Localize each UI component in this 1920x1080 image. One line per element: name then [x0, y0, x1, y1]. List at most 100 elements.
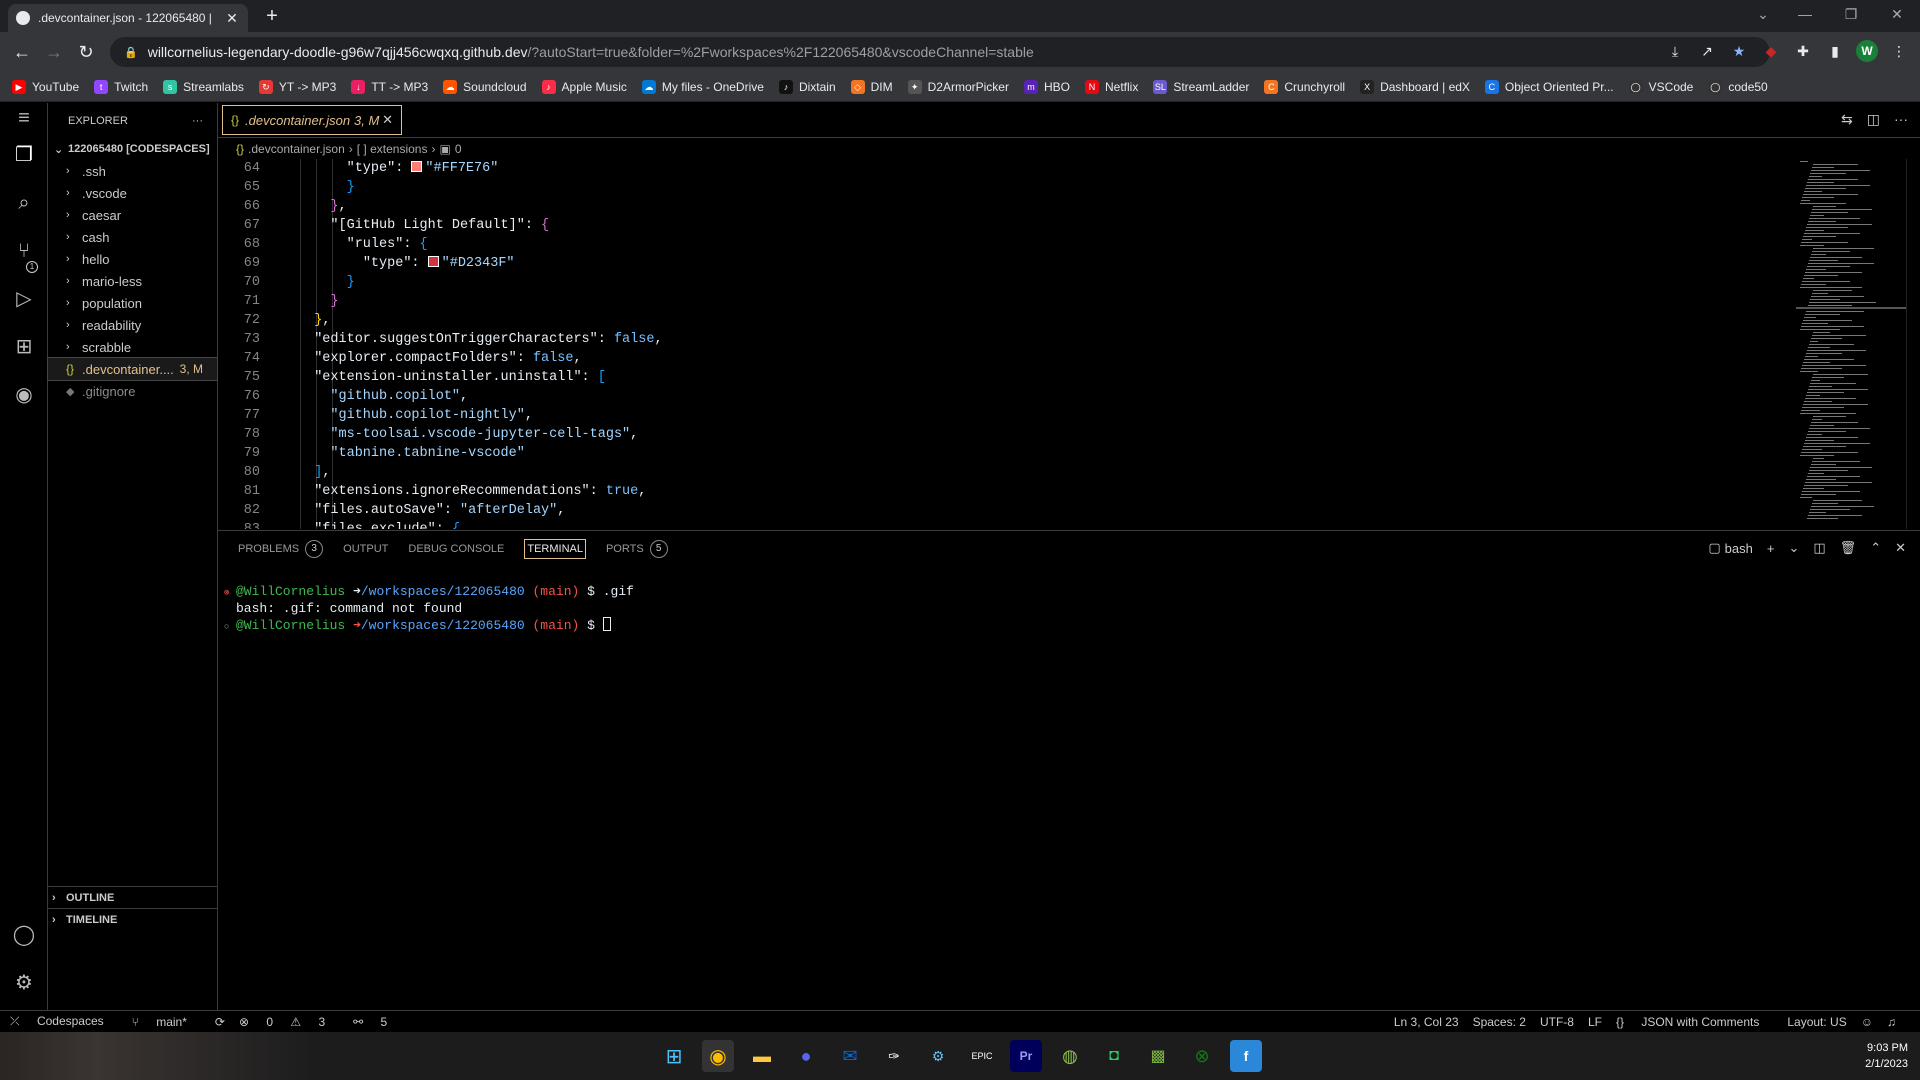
- remote-indicator[interactable]: ⤫ Codespaces: [10, 1014, 118, 1029]
- bookmark-item[interactable]: ◇ DIM: [850, 79, 893, 94]
- address-bar[interactable]: 🔒 willcornelius-legendary-doodle-g96w7qj…: [110, 37, 1770, 67]
- mail-icon[interactable]: ✉: [834, 1040, 866, 1072]
- panel-tab-terminal[interactable]: TERMINAL: [524, 539, 586, 559]
- end-of-line[interactable]: LF: [1588, 1015, 1602, 1029]
- bookmark-item[interactable]: C Object Oriented Pr...: [1484, 79, 1614, 94]
- extensions-puzzle-icon[interactable]: ✚: [1792, 40, 1814, 62]
- bookmark-item[interactable]: X Dashboard | edX: [1360, 79, 1470, 94]
- minecraft-icon[interactable]: ▩: [1142, 1040, 1174, 1072]
- android-icon[interactable]: ◍: [1054, 1040, 1086, 1072]
- encoding[interactable]: UTF-8: [1540, 1015, 1574, 1029]
- language-mode[interactable]: {} JSON with Comments: [1616, 1015, 1773, 1029]
- profile-avatar[interactable]: W: [1856, 40, 1878, 62]
- breadcrumb-index[interactable]: 0: [455, 142, 462, 156]
- trash-icon[interactable]: 🗑: [1840, 540, 1857, 556]
- bookmark-item[interactable]: s Streamlabs: [163, 79, 244, 94]
- terminal-shell-label[interactable]: bash: [1725, 541, 1753, 556]
- restore-button[interactable]: ❐: [1828, 0, 1874, 28]
- share-icon[interactable]: ↗: [1696, 40, 1718, 62]
- bookmark-item[interactable]: m HBO: [1023, 79, 1070, 94]
- code-editor[interactable]: 64 "type": "#FF7E76" 65 } 66 }, 67 "[GitHub…: [218, 159, 1788, 529]
- folder-item[interactable]: › scrabble: [48, 336, 217, 358]
- cursor-position[interactable]: Ln 3, Col 23: [1394, 1015, 1459, 1029]
- github-icon[interactable]: ◉: [12, 383, 36, 407]
- bookmark-item[interactable]: C Crunchyroll: [1264, 79, 1345, 94]
- system-clock[interactable]: 9:03 PM 2/1/2023: [1865, 1040, 1908, 1072]
- run-debug-icon[interactable]: ▷: [12, 287, 36, 311]
- timeline-section[interactable]: › TIMELINE: [48, 908, 217, 930]
- branch-indicator[interactable]: ⑂ main*: [132, 1015, 201, 1029]
- bookmark-item[interactable]: ◯ code50: [1708, 79, 1768, 94]
- terminal[interactable]: ⊗ @WillCornelius ➜/workspaces/122065480 (…: [224, 583, 634, 634]
- chrome-menu-icon[interactable]: ⋮: [1888, 40, 1910, 62]
- panel-tab-ports[interactable]: PORTS 5: [606, 540, 668, 558]
- bookmark-item[interactable]: ☁ Soundcloud: [443, 79, 527, 94]
- close-tab-icon[interactable]: ✕: [224, 10, 240, 27]
- reload-icon[interactable]: ↻: [74, 40, 98, 64]
- bookmark-item[interactable]: ↻ YT -> MP3: [258, 79, 336, 94]
- minimap[interactable]: [1796, 159, 1906, 529]
- minimize-button[interactable]: —: [1782, 0, 1828, 28]
- source-control-icon[interactable]: ⑂: [12, 239, 36, 263]
- ports-indicator[interactable]: ⚯ 5: [353, 1015, 401, 1029]
- split-terminal-icon[interactable]: ◫: [1813, 540, 1825, 556]
- bookmark-item[interactable]: t Twitch: [94, 79, 148, 94]
- forward-arrow-icon[interactable]: →: [42, 40, 66, 64]
- windows-start-icon[interactable]: ⊞: [658, 1040, 690, 1072]
- epic-games-icon[interactable]: EPIC: [966, 1040, 998, 1072]
- folder-item[interactable]: › readability: [48, 314, 217, 336]
- minimap-viewport[interactable]: [1796, 307, 1906, 309]
- maximize-panel-icon[interactable]: ⌃: [1870, 540, 1881, 556]
- premiere-pro-icon[interactable]: Pr: [1010, 1040, 1042, 1072]
- close-panel-icon[interactable]: ✕: [1895, 540, 1906, 556]
- browser-tab[interactable]: .devcontainer.json - 122065480 | ✕: [8, 4, 248, 32]
- folder-item[interactable]: › caesar: [48, 204, 217, 226]
- feedback-icon[interactable]: ☺: [1861, 1015, 1873, 1029]
- ublock-icon[interactable]: ◆: [1760, 40, 1782, 62]
- indentation[interactable]: Spaces: 2: [1473, 1015, 1526, 1029]
- outline-section[interactable]: › OUTLINE: [48, 886, 217, 908]
- notifications-bell-icon[interactable]: ♫: [1887, 1015, 1896, 1029]
- folder-item[interactable]: › hello: [48, 248, 217, 270]
- bookmark-item[interactable]: ↓ TT -> MP3: [351, 79, 428, 94]
- bookmark-item[interactable]: ♪ Apple Music: [541, 79, 627, 94]
- extensions-icon[interactable]: ⊞: [12, 335, 36, 359]
- panel-tab-debug-console[interactable]: DEBUG CONSOLE: [408, 543, 504, 555]
- new-tab-button[interactable]: +: [260, 4, 284, 28]
- tab-search-icon[interactable]: ⌄: [1740, 0, 1786, 28]
- bookmark-star-icon[interactable]: ★: [1728, 40, 1750, 62]
- back-arrow-icon[interactable]: ←: [10, 40, 34, 64]
- new-terminal-icon[interactable]: +: [1767, 541, 1775, 556]
- panel-tab-output[interactable]: OUTPUT: [343, 543, 388, 555]
- folder-item[interactable]: › mario-less: [48, 270, 217, 292]
- app-f-icon[interactable]: f: [1230, 1040, 1262, 1072]
- open-changes-icon[interactable]: ⇆: [1841, 111, 1853, 128]
- file-gitignore[interactable]: ◆ .gitignore: [48, 380, 217, 402]
- panel-tab-problems[interactable]: PROBLEMS 3: [238, 540, 324, 558]
- editor-scrollbar[interactable]: [1906, 159, 1920, 529]
- game-app-icon[interactable]: ◘: [1098, 1040, 1130, 1072]
- bookmark-item[interactable]: SL StreamLadder: [1153, 79, 1249, 94]
- xbox-icon[interactable]: ⊗: [1186, 1040, 1218, 1072]
- accounts-icon[interactable]: ◯: [12, 923, 36, 947]
- keyboard-layout[interactable]: Layout: US: [1787, 1015, 1846, 1029]
- breadcrumb-file[interactable]: .devcontainer.json: [248, 142, 345, 156]
- more-actions-icon[interactable]: ···: [1894, 111, 1908, 128]
- explorer-more-icon[interactable]: ···: [192, 115, 203, 127]
- split-editor-icon[interactable]: ◫: [1867, 111, 1880, 128]
- sync-icon[interactable]: ⟳: [215, 1015, 225, 1029]
- bookmark-item[interactable]: ✦ D2ArmorPicker: [907, 79, 1009, 94]
- search-icon[interactable]: ⌕: [12, 191, 36, 215]
- chevron-down-icon[interactable]: ⌄: [1788, 540, 1799, 556]
- close-window-button[interactable]: ✕: [1874, 0, 1920, 28]
- folder-item[interactable]: › population: [48, 292, 217, 314]
- editor-tab-devcontainer[interactable]: {} .devcontainer.json 3, M ✕: [222, 105, 402, 135]
- manage-gear-icon[interactable]: ⚙: [12, 971, 36, 995]
- chrome-icon[interactable]: ◉: [702, 1040, 734, 1072]
- folder-item[interactable]: › cash: [48, 226, 217, 248]
- folder-item[interactable]: › .vscode: [48, 182, 217, 204]
- menu-hamburger-icon[interactable]: ≡: [12, 106, 36, 130]
- discord-icon[interactable]: ●: [790, 1040, 822, 1072]
- side-panel-icon[interactable]: ▮: [1824, 40, 1846, 62]
- bookmark-item[interactable]: N Netflix: [1085, 79, 1138, 94]
